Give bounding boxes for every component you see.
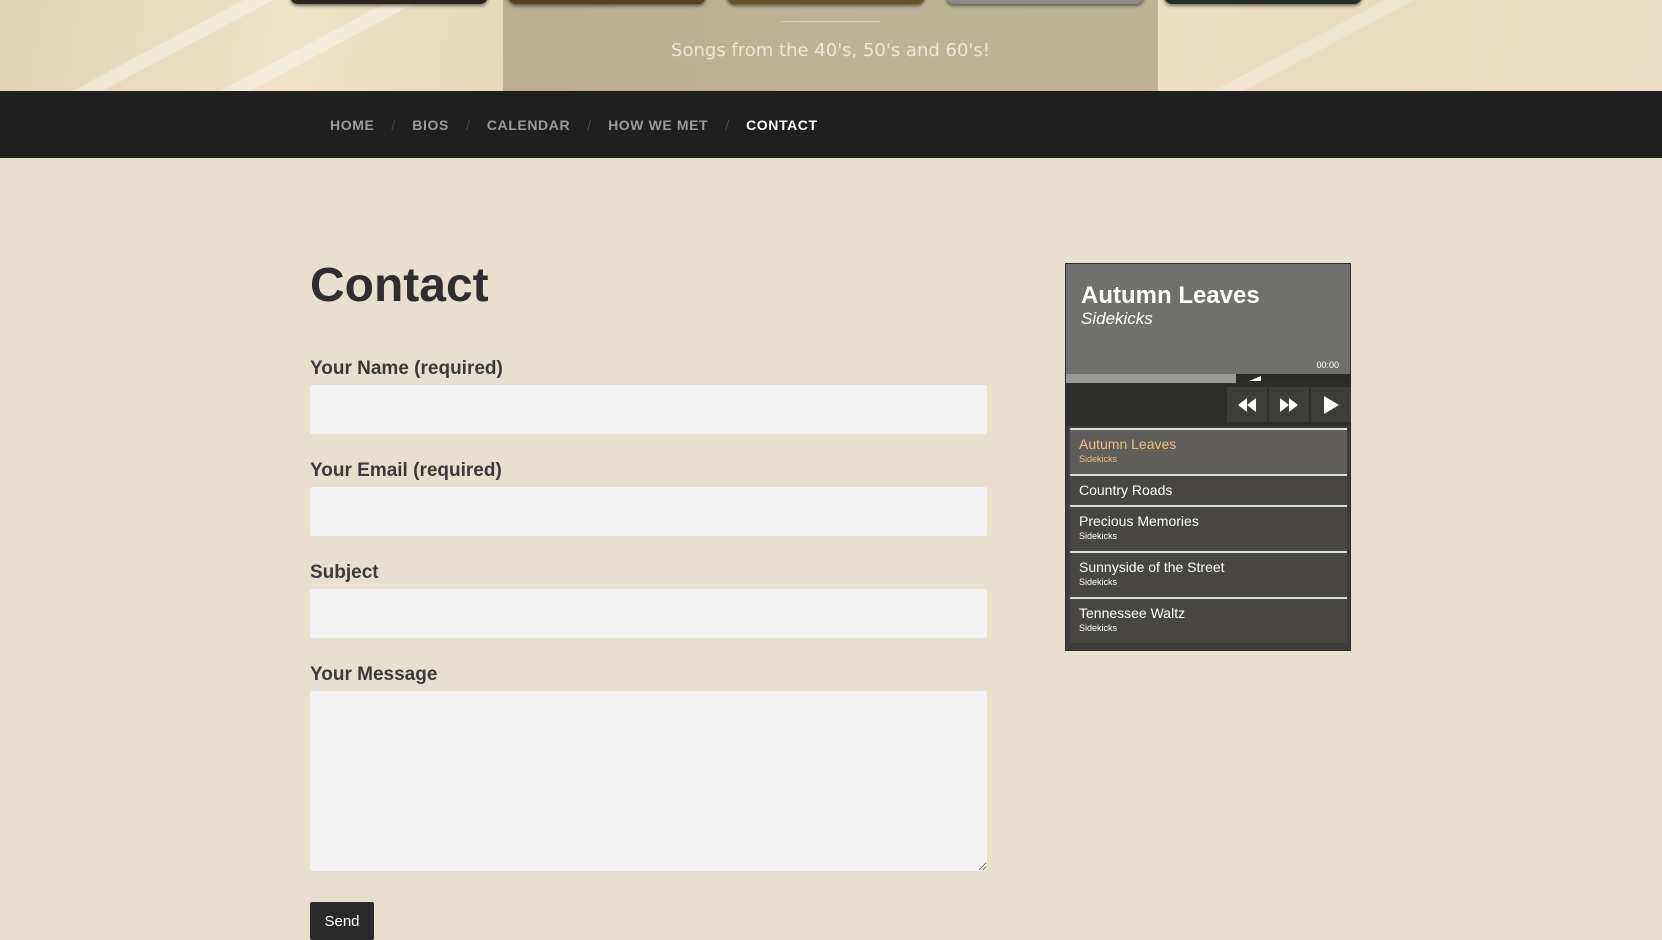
playlist-item[interactable]: Country Roads	[1070, 474, 1347, 505]
playlist: Autumn Leaves Sidekicks Country Roads Pr…	[1070, 428, 1347, 643]
nav-item-how-we-met[interactable]: HOW WE MET	[608, 117, 708, 133]
banner-stripe	[1194, 0, 1466, 91]
nav-separator: /	[587, 116, 592, 133]
playlist-item[interactable]: Precious Memories Sidekicks	[1070, 505, 1347, 551]
rewind-icon	[1238, 397, 1256, 412]
now-playing-title: Autumn Leaves	[1081, 282, 1260, 309]
track-artist: Sidekicks	[1079, 577, 1118, 587]
nav-item-contact[interactable]: CONTACT	[746, 117, 818, 133]
playlist-item[interactable]: Autumn Leaves Sidekicks	[1070, 428, 1347, 474]
track-artist: Sidekicks	[1079, 623, 1118, 633]
track-title: Country Roads	[1079, 482, 1173, 498]
volume-icon	[1249, 376, 1261, 381]
playlist-item[interactable]: Tennessee Waltz Sidekicks	[1070, 597, 1347, 643]
header-banner: Songs from the 40's, 50's and 60's!	[0, 0, 1662, 91]
nav-separator: /	[465, 116, 470, 133]
fast-forward-icon	[1280, 397, 1298, 412]
nav-item-home[interactable]: HOME	[330, 117, 374, 133]
photo-thumbnail	[946, 0, 1144, 4]
photo-thumbnail	[1164, 0, 1362, 4]
track-title: Autumn Leaves	[1079, 436, 1177, 452]
title-divider	[781, 21, 881, 22]
player-header: Autumn Leaves Sidekicks 00:00	[1066, 264, 1350, 374]
nav-separator: /	[391, 116, 396, 133]
time-readout: 00:00	[1316, 360, 1339, 370]
name-field[interactable]	[310, 385, 987, 434]
rewind-button[interactable]	[1227, 387, 1267, 422]
music-player: Autumn Leaves Sidekicks 00:00 Autumn Lea…	[1065, 263, 1351, 651]
nav-item-bios[interactable]: BIOS	[412, 117, 449, 133]
photo-strip	[0, 0, 1662, 4]
track-title: Tennessee Waltz	[1079, 605, 1186, 621]
progress-bar[interactable]	[1066, 374, 1350, 383]
track-artist: Sidekicks	[1079, 454, 1118, 464]
track-title: Sunnyside of the Street	[1079, 559, 1225, 575]
email-label: Your Email (required)	[310, 460, 502, 481]
nav-list: HOME / BIOS / CALENDAR / HOW WE MET / CO…	[330, 91, 818, 158]
track-title: Precious Memories	[1079, 513, 1199, 529]
play-icon	[1324, 395, 1339, 414]
playlist-item[interactable]: Sunnyside of the Street Sidekicks	[1070, 551, 1347, 597]
subject-field[interactable]	[310, 589, 987, 638]
page-title: Contact	[310, 259, 489, 312]
email-field[interactable]	[310, 487, 987, 536]
fast-forward-button[interactable]	[1269, 387, 1309, 422]
name-label: Your Name (required)	[310, 358, 503, 379]
photo-thumbnail	[508, 0, 706, 4]
volume-level[interactable]	[1066, 374, 1237, 383]
now-playing-artist: Sidekicks	[1081, 309, 1153, 328]
nav-separator: /	[725, 116, 730, 133]
subject-label: Subject	[310, 562, 379, 583]
site-tagline: Songs from the 40's, 50's and 60's!	[671, 40, 990, 61]
main-navigation: HOME / BIOS / CALENDAR / HOW WE MET / CO…	[0, 91, 1662, 158]
play-button[interactable]	[1311, 387, 1351, 422]
nav-item-calendar[interactable]: CALENDAR	[487, 117, 570, 133]
send-button[interactable]: Send	[310, 902, 374, 940]
player-controls	[1066, 383, 1351, 426]
message-field[interactable]	[310, 691, 987, 871]
message-label: Your Message	[310, 664, 438, 685]
photo-thumbnail	[727, 0, 925, 4]
photo-thumbnail	[290, 0, 488, 4]
track-artist: Sidekicks	[1079, 531, 1118, 541]
